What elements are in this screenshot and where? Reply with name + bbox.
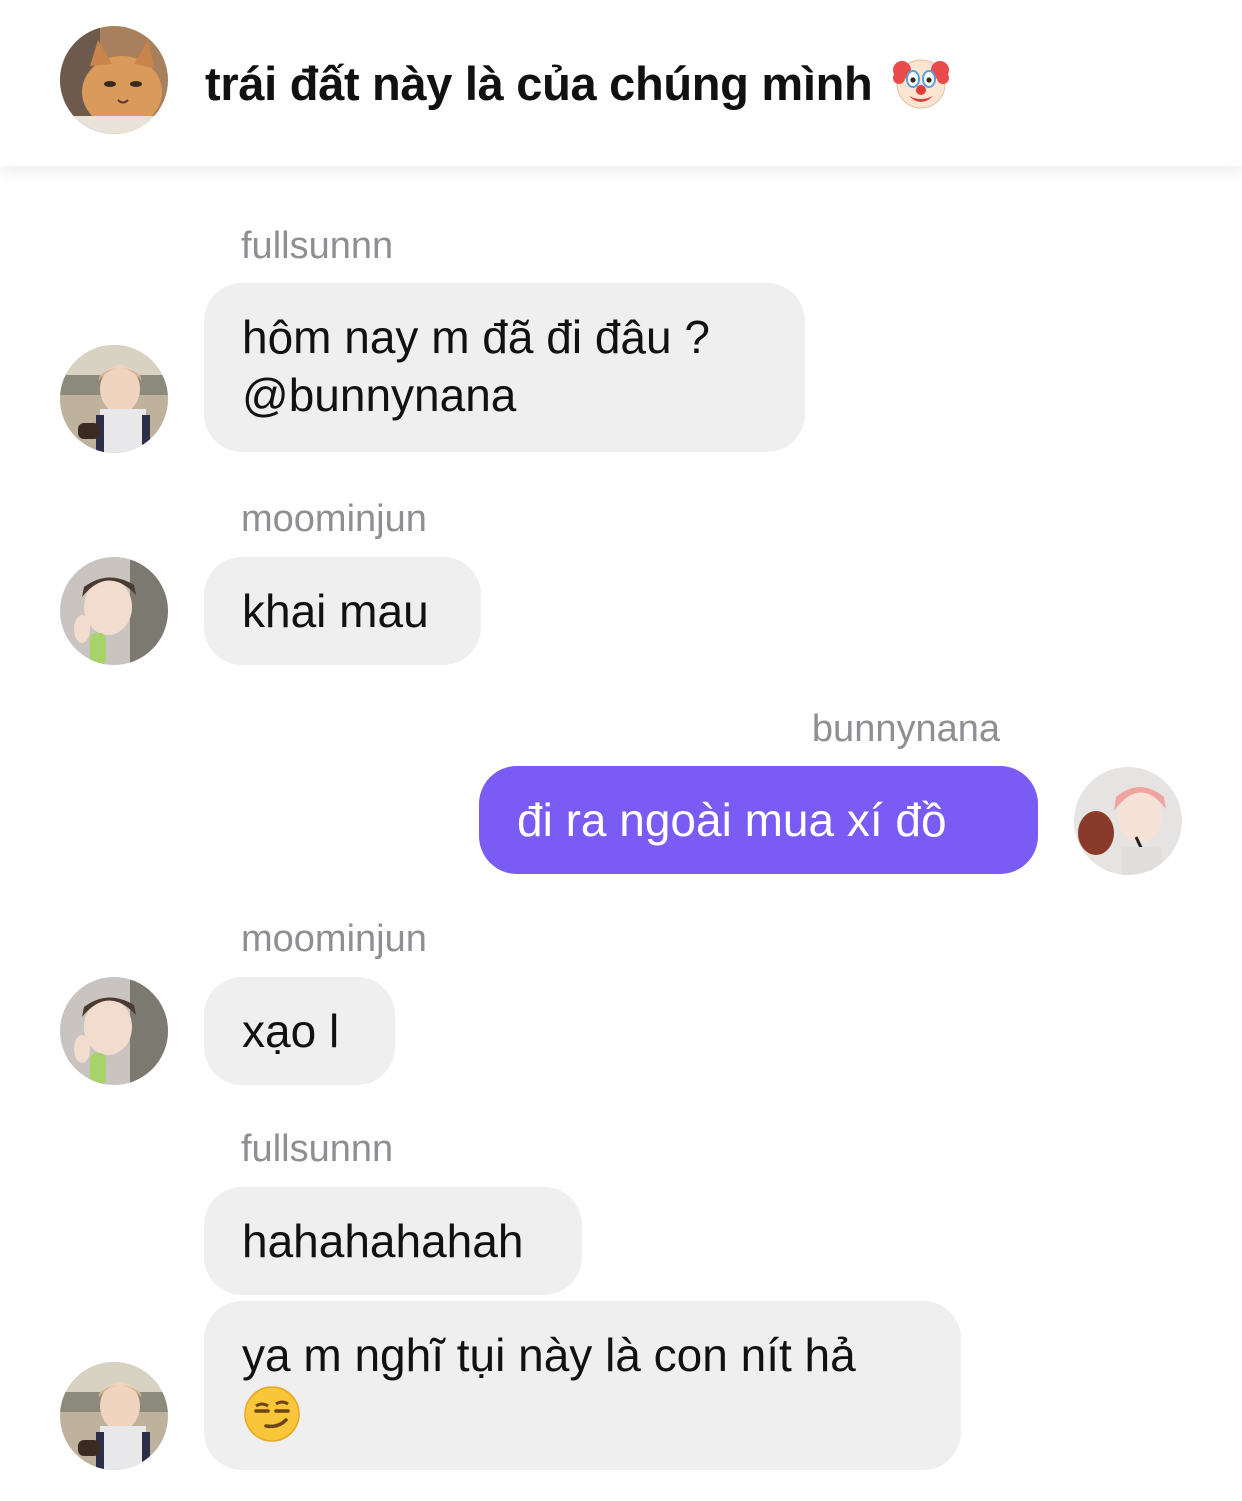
message-text: ya m nghĩ tụi này là con nít hả bbox=[242, 1329, 856, 1381]
conversation-header: trái đất này là của chúng mình bbox=[0, 0, 1242, 166]
message-text: đi ra ngoài mua xí đồ bbox=[517, 794, 947, 846]
message-text: hôm nay m đã đi đâu ? bbox=[242, 311, 710, 363]
sender-name: bunnynana bbox=[811, 708, 1000, 750]
group-avatar[interactable] bbox=[60, 26, 168, 134]
avatar-fullsunnn[interactable] bbox=[60, 1362, 168, 1470]
message-bubble[interactable]: hôm nay m đã đi đâu ? @bunnynana bbox=[204, 283, 805, 452]
sender-name: moominjun bbox=[241, 498, 427, 540]
conversation-title: trái đất này là của chúng mình bbox=[205, 52, 951, 113]
sender-name: fullsunnn bbox=[241, 225, 394, 267]
my-message-bubble[interactable]: đi ra ngoài mua xí đồ bbox=[479, 766, 1038, 874]
message-bubble[interactable]: ya m nghĩ tụi này là con nít hả bbox=[204, 1301, 961, 1470]
clown-face-emoji-icon bbox=[891, 52, 951, 112]
message-bubble[interactable]: khai mau bbox=[204, 557, 481, 665]
message-text: hahahahahah bbox=[242, 1215, 524, 1267]
message-text: xạo l bbox=[242, 1005, 340, 1057]
conversation-title-text: trái đất này là của chúng mình bbox=[205, 57, 873, 110]
avatar-bunnynana[interactable] bbox=[1074, 767, 1182, 875]
smirking-face-emoji-icon bbox=[242, 1384, 302, 1444]
sender-name: moominjun bbox=[241, 918, 427, 960]
message-list[interactable]: fullsunnn hôm nay m đã đi đâu ? @bunnyna… bbox=[0, 166, 1242, 1501]
message-text: @bunnynana bbox=[242, 369, 517, 421]
avatar-fullsunnn[interactable] bbox=[60, 345, 168, 453]
message-text: khai mau bbox=[242, 585, 429, 637]
avatar-moominjun[interactable] bbox=[60, 557, 168, 665]
message-bubble[interactable]: hahahahahah bbox=[204, 1187, 582, 1295]
sender-name: fullsunnn bbox=[241, 1128, 394, 1170]
avatar-moominjun[interactable] bbox=[60, 977, 168, 1085]
message-bubble[interactable]: xạo l bbox=[204, 977, 395, 1085]
message-emoji-line bbox=[242, 1384, 923, 1449]
